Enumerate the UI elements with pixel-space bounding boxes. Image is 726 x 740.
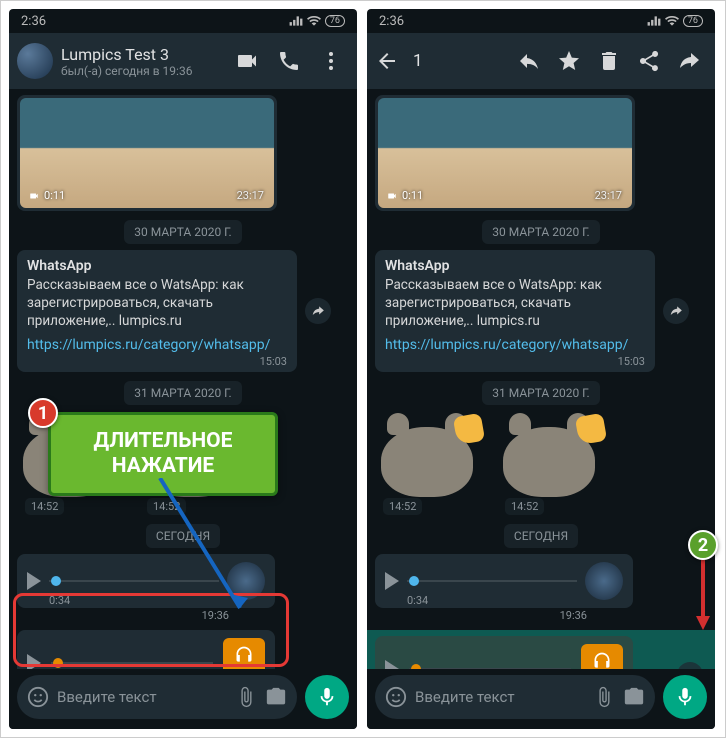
status-right: 76: [289, 15, 345, 27]
msg-link[interactable]: https://lumpics.ru/category/whatsapp/: [385, 337, 645, 353]
attach-icon[interactable]: [593, 686, 615, 708]
image-time: 23:17: [595, 189, 622, 202]
play-icon[interactable]: [27, 654, 41, 669]
contact-name: Lumpics Test 3: [61, 45, 227, 64]
play-icon[interactable]: [385, 660, 399, 669]
status-bar: 2:36 76: [9, 9, 357, 33]
more-icon[interactable]: [319, 49, 343, 73]
msg-link[interactable]: https://lumpics.ru/category/whatsapp/: [27, 337, 287, 353]
msg-title: WhatsApp: [27, 258, 287, 274]
chat-area: 0:11 23:17 30 МАРТА 2020 Г. WhatsApp Рас…: [367, 89, 715, 669]
phone-right: 2:36 76 1 0:11 23:17: [367, 9, 715, 729]
msg-body: Рассказываем все о WatsApp: как зарегист…: [385, 276, 645, 331]
camera-icon[interactable]: [265, 686, 287, 708]
forward-icon[interactable]: [663, 298, 689, 324]
reply-icon[interactable]: [517, 49, 541, 73]
input-placeholder: Введите текст: [57, 688, 227, 706]
date-chip-1: 30 МАРТА 2020 Г.: [482, 220, 599, 244]
forward-icon[interactable]: [305, 298, 331, 324]
image-message[interactable]: 0:11 23:17: [375, 95, 635, 211]
text-message[interactable]: WhatsApp Рассказываем все о WatsApp: как…: [375, 250, 655, 372]
annotation-badge-1: 1: [28, 398, 58, 428]
play-icon[interactable]: [27, 572, 41, 590]
image-time: 23:17: [237, 189, 264, 202]
delete-icon[interactable]: [597, 49, 621, 73]
message-input[interactable]: Введите текст: [375, 675, 655, 719]
share-icon[interactable]: [637, 49, 661, 73]
forward-icon[interactable]: [677, 49, 701, 73]
headphones-badge: 3:26: [581, 644, 623, 669]
date-chip-2: 31 МАРТА 2020 Г.: [124, 381, 241, 405]
input-row: Введите текст: [9, 669, 357, 729]
mic-button[interactable]: [305, 675, 349, 719]
input-row: Введите текст: [367, 669, 715, 729]
annotation-arrow-1: [150, 478, 270, 628]
voice-avatar: [585, 562, 623, 600]
forward-icon[interactable]: [677, 662, 703, 669]
msg-time: 15:03: [385, 355, 645, 368]
message-input[interactable]: Введите текст: [17, 675, 297, 719]
annotation-arrow-2: [688, 558, 718, 638]
selection-app-bar: 1: [367, 33, 715, 89]
video-duration-badge: 0:11: [28, 189, 65, 202]
camera-icon[interactable]: [623, 686, 645, 708]
video-duration-badge: 0:11: [386, 189, 423, 202]
play-icon[interactable]: [385, 572, 399, 590]
voice-call-icon[interactable]: [277, 49, 301, 73]
contact-title-block[interactable]: Lumpics Test 3 был(-а) сегодня в 19:36: [61, 45, 227, 78]
audio-file-message[interactable]: 3:26 AUD-20200412-WA00... 19:38: [17, 630, 275, 669]
status-time: 2:36: [21, 14, 46, 29]
status-time: 2:36: [379, 14, 404, 29]
voice-message[interactable]: 0:34 19:36: [375, 554, 633, 608]
contact-avatar[interactable]: [17, 43, 53, 79]
date-chip-2: 31 МАРТА 2020 Г.: [482, 381, 599, 405]
app-bar: Lumpics Test 3 был(-а) сегодня в 19:36: [9, 33, 357, 89]
back-icon[interactable]: [375, 49, 399, 73]
selected-message-row[interactable]: 3:26 AUD-20200412-WA00... 19:38: [367, 630, 715, 669]
date-chip-1: 30 МАРТА 2020 Г.: [124, 220, 241, 244]
mic-button[interactable]: [663, 675, 707, 719]
text-message[interactable]: WhatsApp Рассказываем все о WatsApp: как…: [17, 250, 297, 372]
selection-count: 1: [413, 51, 509, 71]
audio-file-message[interactable]: 3:26 AUD-20200412-WA00... 19:38: [375, 636, 633, 669]
image-message[interactable]: 0:11 23:17: [17, 95, 277, 211]
attach-icon[interactable]: [235, 686, 257, 708]
msg-title: WhatsApp: [385, 258, 645, 274]
annotation-badge-2: 2: [688, 530, 718, 560]
star-icon[interactable]: [557, 49, 581, 73]
msg-time: 15:03: [27, 355, 287, 368]
emoji-icon[interactable]: [385, 686, 407, 708]
headphones-badge: 3:26: [223, 638, 265, 669]
input-placeholder: Введите текст: [415, 688, 585, 706]
sticker-2[interactable]: 14:52: [497, 411, 607, 515]
video-call-icon[interactable]: [235, 49, 259, 73]
status-bar: 2:36 76: [367, 9, 715, 33]
emoji-icon[interactable]: [27, 686, 49, 708]
date-chip-3: СЕГОДНЯ: [504, 524, 578, 548]
status-right: 76: [647, 15, 703, 27]
sticker-1[interactable]: 14:52: [375, 411, 485, 515]
msg-body: Рассказываем все о WatsApp: как зарегист…: [27, 276, 287, 331]
last-seen: был(-а) сегодня в 19:36: [61, 64, 227, 78]
